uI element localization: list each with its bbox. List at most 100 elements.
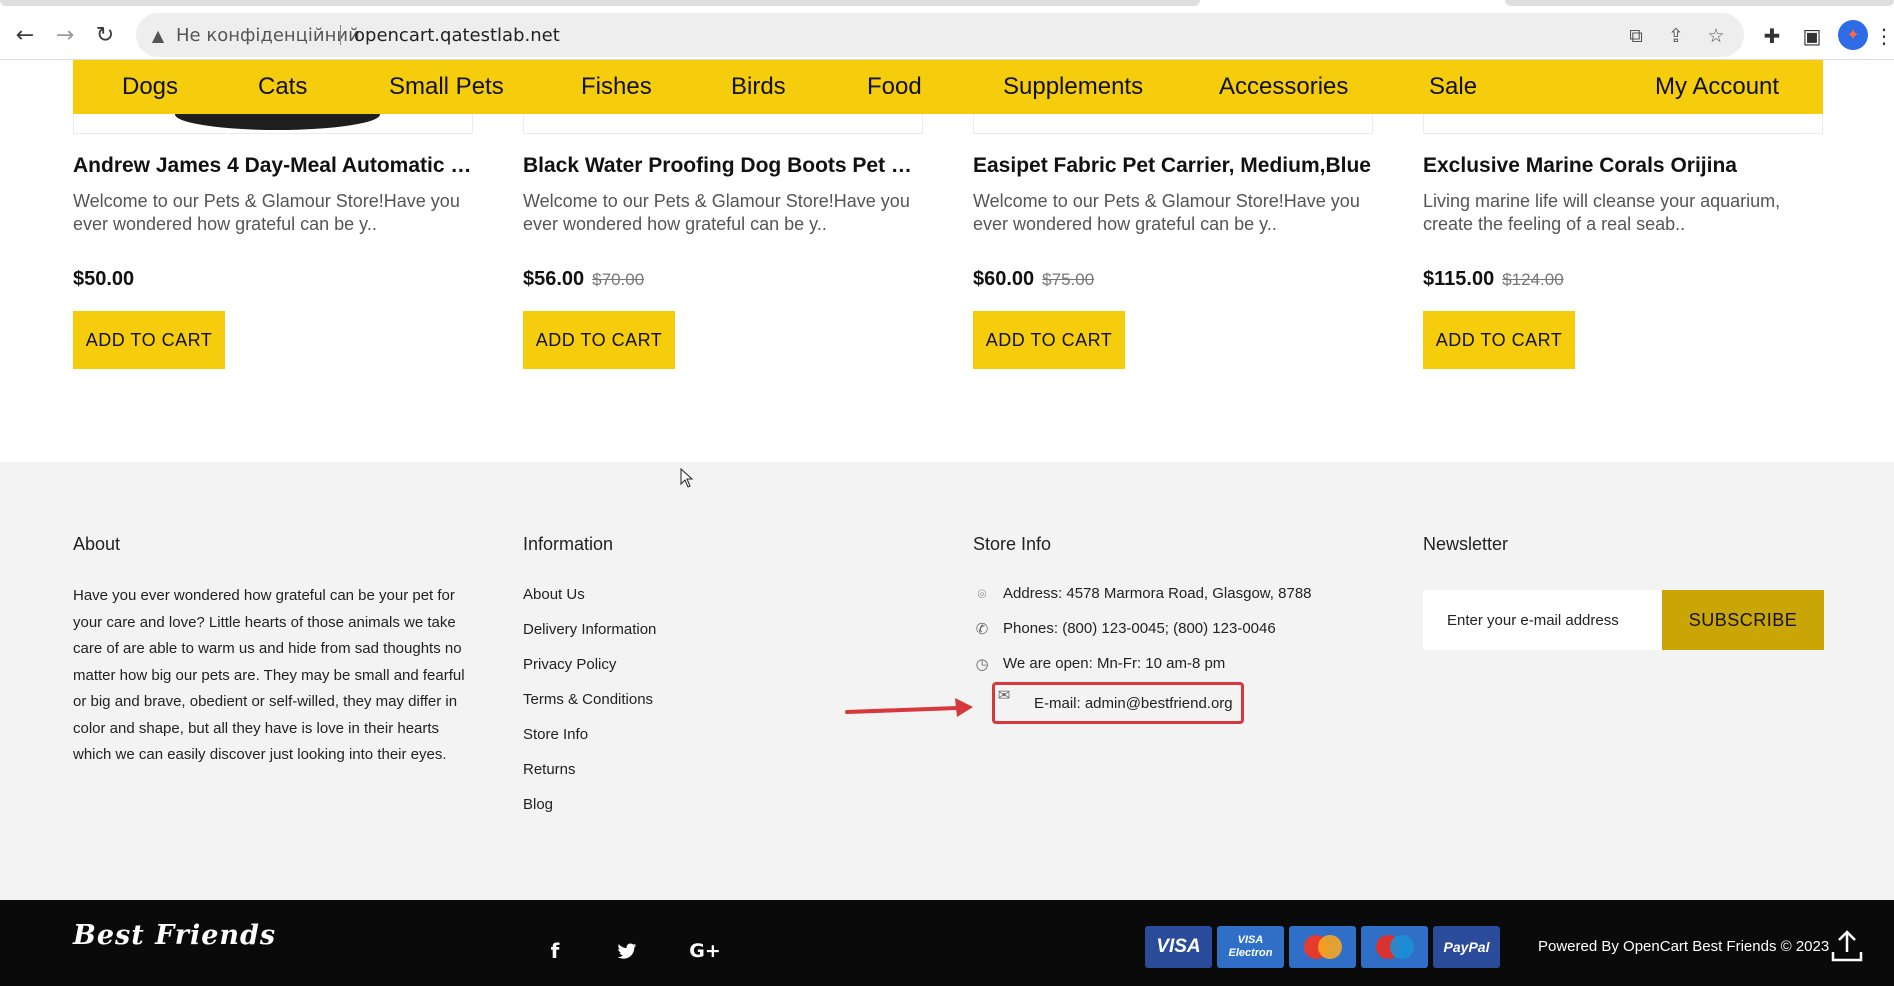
add-to-cart-button[interactable]: ADD TO CART bbox=[1423, 311, 1575, 369]
maestro-card-icon bbox=[1361, 926, 1428, 968]
store-info-heading: Store Info bbox=[973, 534, 1052, 554]
nav-dogs[interactable]: Dogs bbox=[122, 73, 178, 101]
store-address: ⌾ Address: 4578 Marmora Road, Glasgow, 8… bbox=[973, 584, 1312, 619]
google-plus-icon[interactable]: G+ bbox=[689, 936, 721, 966]
product-description: Welcome to our Pets & Glamour Store!Have… bbox=[523, 191, 910, 234]
side-panel-icon[interactable]: ▣ bbox=[1796, 20, 1828, 52]
share-icon[interactable]: ⇪ bbox=[1663, 23, 1689, 49]
not-secure-label[interactable]: Не конфіденційний bbox=[176, 25, 360, 46]
newsletter-heading: Newsletter bbox=[1423, 534, 1509, 554]
product-name[interactable]: Black Water Proofing Dog Boots Pet Shoes… bbox=[523, 152, 923, 180]
warning-triangle-icon[interactable]: ▲ bbox=[146, 23, 170, 47]
product-old-price: $75.00 bbox=[1042, 270, 1095, 289]
nav-accessories[interactable]: Accessories bbox=[1219, 73, 1348, 101]
clock-icon: ◷ bbox=[975, 655, 989, 673]
nav-food[interactable]: Food bbox=[867, 73, 922, 101]
reload-icon[interactable]: ↻ bbox=[88, 18, 122, 52]
product-name[interactable]: Andrew James 4 Day-Meal Automatic Pet Fe… bbox=[73, 152, 473, 180]
store-hours-text: We are open: Mn-Fr: 10 am-8 pm bbox=[1003, 655, 1226, 672]
bookmark-star-icon[interactable]: ☆ bbox=[1703, 23, 1729, 49]
newsletter-email-input[interactable] bbox=[1423, 590, 1662, 650]
store-info-column: Store Info bbox=[973, 534, 1051, 555]
footer-link-store-info[interactable]: Store Info bbox=[523, 726, 656, 761]
best-friends-logo[interactable]: Best Friends bbox=[73, 920, 276, 951]
address-separator bbox=[340, 25, 341, 45]
information-links: About Us Delivery Information Privacy Po… bbox=[523, 586, 656, 831]
profile-avatar-icon[interactable]: ✦ bbox=[1838, 20, 1868, 50]
forward-arrow-icon[interactable]: → bbox=[48, 18, 82, 52]
product-description: Living marine life will cleanse your aqu… bbox=[1423, 191, 1781, 234]
envelope-icon: ✉ bbox=[997, 686, 1011, 704]
add-to-cart-button[interactable]: ADD TO CART bbox=[73, 311, 225, 369]
footer-link-about-us[interactable]: About Us bbox=[523, 586, 656, 621]
subscribe-button[interactable]: SUBSCRIBE bbox=[1662, 590, 1824, 650]
powered-by-text: Powered By OpenCart Best Friends © 2023 bbox=[1538, 938, 1830, 955]
nav-fishes[interactable]: Fishes bbox=[581, 73, 652, 101]
product-price-row: $60.00 $75.00 bbox=[973, 268, 1094, 291]
tab-strip-inactive[interactable] bbox=[0, 0, 1200, 6]
product-old-price: $70.00 bbox=[592, 270, 645, 289]
product-name[interactable]: Easipet Fabric Pet Carrier, Medium,Blue bbox=[973, 152, 1373, 180]
email-highlight-box: ✉ E-mail: admin@bestfriend.org bbox=[992, 682, 1244, 724]
product-name[interactable]: Exclusive Marine Corals Orijina bbox=[1423, 152, 1823, 180]
nav-supplements[interactable]: Supplements bbox=[1003, 73, 1143, 101]
store-email: ✉ E-mail: admin@bestfriend.org bbox=[973, 682, 1312, 724]
product-description: Welcome to our Pets & Glamour Store!Have… bbox=[973, 191, 1360, 234]
footer: About Have you ever wondered how gratefu… bbox=[0, 462, 1894, 900]
product-old-price: $124.00 bbox=[1502, 270, 1564, 289]
twitter-icon[interactable] bbox=[612, 936, 642, 966]
footer-link-terms[interactable]: Terms & Conditions bbox=[523, 691, 656, 726]
footer-link-returns[interactable]: Returns bbox=[523, 761, 656, 796]
visa-card-icon: VISA bbox=[1145, 926, 1212, 968]
product-card: Andrew James 4 Day-Meal Automatic Pet Fe… bbox=[73, 152, 473, 369]
store-phones: ✆ Phones: (800) 123-0045; (800) 123-0046 bbox=[973, 619, 1312, 654]
add-to-cart-button[interactable]: ADD TO CART bbox=[523, 311, 675, 369]
nav-birds[interactable]: Birds bbox=[731, 73, 786, 101]
product-card: Easipet Fabric Pet Carrier, Medium,Blue … bbox=[973, 152, 1373, 369]
product-price: $50.00 bbox=[73, 268, 135, 290]
translate-icon[interactable]: ⧉ bbox=[1623, 23, 1649, 49]
nav-small-pets[interactable]: Small Pets bbox=[389, 73, 504, 101]
category-nav: Dogs Cats Small Pets Fishes Birds Food S… bbox=[73, 60, 1823, 114]
phone-icon: ✆ bbox=[975, 620, 989, 638]
paypal-icon: PayPal bbox=[1433, 926, 1500, 968]
tab-strip-inactive-right[interactable] bbox=[1505, 0, 1894, 6]
newsletter-form: SUBSCRIBE bbox=[1423, 590, 1824, 650]
address-bar[interactable]: ▲ Не конфіденційний opencart.qatestlab.n… bbox=[136, 13, 1744, 57]
mouse-cursor-icon bbox=[680, 468, 694, 488]
nav-sale[interactable]: Sale bbox=[1429, 73, 1477, 101]
nav-cats[interactable]: Cats bbox=[258, 73, 307, 101]
url-text[interactable]: opencart.qatestlab.net bbox=[354, 25, 560, 46]
information-column: Information bbox=[523, 534, 613, 555]
information-heading: Information bbox=[523, 534, 614, 554]
extensions-puzzle-icon[interactable]: ✚ bbox=[1756, 20, 1788, 52]
product-image-frame[interactable] bbox=[973, 114, 1373, 134]
scroll-to-top-icon[interactable] bbox=[1830, 928, 1864, 964]
product-price: $56.00 bbox=[523, 268, 585, 290]
add-to-cart-button[interactable]: ADD TO CART bbox=[973, 311, 1125, 369]
mastercard-icon bbox=[1289, 926, 1356, 968]
visa-electron-label: VISA Electron bbox=[1228, 934, 1273, 959]
store-email-text[interactable]: E-mail: admin@bestfriend.org bbox=[1034, 694, 1233, 714]
footer-link-blog[interactable]: Blog bbox=[523, 796, 656, 831]
newsletter-column: Newsletter bbox=[1423, 534, 1508, 555]
menu-dots-icon[interactable]: ⋮ bbox=[1874, 20, 1894, 52]
product-price: $60.00 bbox=[973, 268, 1035, 290]
product-price-row: $50.00 bbox=[73, 268, 134, 291]
product-image-frame[interactable] bbox=[523, 114, 923, 134]
product-card: Black Water Proofing Dog Boots Pet Shoes… bbox=[523, 152, 923, 369]
footer-link-privacy[interactable]: Privacy Policy bbox=[523, 656, 656, 691]
product-image-frame[interactable] bbox=[1423, 114, 1823, 134]
store-address-text: Address: 4578 Marmora Road, Glasgow, 878… bbox=[1003, 585, 1312, 602]
nav-my-account[interactable]: My Account bbox=[1655, 73, 1779, 101]
store-phones-text: Phones: (800) 123-0045; (800) 123-0046 bbox=[1003, 620, 1276, 637]
browser-toolbar: ← → ↻ ▲ Не конфіденційний opencart.qates… bbox=[0, 12, 1894, 60]
annotation-arrow-icon bbox=[845, 698, 973, 717]
tab-strip bbox=[0, 0, 1894, 12]
back-arrow-icon[interactable]: ← bbox=[8, 18, 42, 52]
product-price: $115.00 bbox=[1423, 268, 1495, 290]
footer-link-delivery[interactable]: Delivery Information bbox=[523, 621, 656, 656]
about-heading: About bbox=[73, 534, 121, 554]
store-info-list: ⌾ Address: 4578 Marmora Road, Glasgow, 8… bbox=[973, 584, 1312, 724]
facebook-icon[interactable]: f bbox=[540, 936, 570, 966]
